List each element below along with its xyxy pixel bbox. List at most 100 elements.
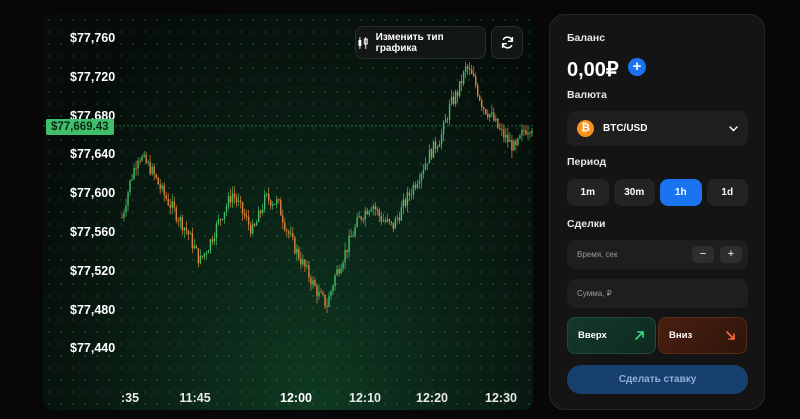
place-bet-button[interactable]: Сделать ставку [567, 365, 748, 394]
candle-body [390, 221, 393, 223]
candle-body [523, 129, 525, 131]
time-decrease-button[interactable]: − [692, 246, 714, 263]
x-tick-label: 12:30 [485, 391, 517, 405]
candle-body [322, 292, 324, 295]
candle-body [529, 132, 531, 134]
balance-value: 0,00₽ [567, 59, 619, 81]
candle-body [428, 149, 431, 164]
candle-body [239, 200, 242, 203]
up-button[interactable]: Вверх [567, 317, 656, 354]
candle-body [177, 220, 179, 222]
candle-body [342, 262, 344, 269]
amount-input[interactable]: Сумма, ₽ [567, 279, 748, 308]
candle-body [452, 96, 455, 104]
change-chart-type-label: Изменить тип графика [375, 31, 444, 54]
candle-body [185, 227, 188, 231]
candle-body [519, 135, 521, 139]
candle-body [527, 132, 529, 135]
candle-body [257, 210, 260, 223]
candle-body [296, 248, 298, 254]
candle-body [491, 112, 493, 115]
time-increase-button[interactable]: + [720, 246, 742, 263]
x-tick-label: 12:10 [349, 391, 381, 405]
candle-body [266, 194, 268, 196]
candle-body [189, 233, 192, 235]
candle-body [444, 119, 447, 123]
candle-body [209, 239, 212, 251]
candle-body [328, 296, 330, 307]
candle-body [410, 194, 413, 196]
x-tick-label: 11:45 [179, 391, 211, 405]
candle-body [141, 156, 143, 161]
candle-body [219, 219, 222, 221]
down-label: Вниз [669, 330, 693, 341]
candle-body [352, 235, 354, 238]
refresh-icon [501, 36, 513, 49]
candle-body [426, 163, 429, 165]
x-tick-label: 12:00 [280, 391, 312, 405]
candle-body [159, 184, 161, 189]
candle-body [151, 166, 153, 174]
candle-body [298, 248, 300, 259]
candle-body [388, 219, 391, 222]
candle-body [458, 80, 461, 96]
up-label: Вверх [578, 330, 607, 341]
candle-body [227, 195, 230, 207]
candle-body [430, 149, 433, 158]
time-input[interactable]: Время, сек − + [567, 240, 748, 269]
bitcoin-icon: ₿ [577, 120, 594, 137]
y-tick-label: $77,760 [70, 31, 116, 45]
candle-body [525, 130, 527, 135]
candle-body [442, 122, 445, 135]
period-1m-button[interactable]: 1m [567, 179, 609, 206]
arrow-down-right-icon [726, 331, 735, 340]
candle-body [462, 71, 465, 84]
candle-body [173, 201, 175, 208]
candle-body [501, 129, 503, 131]
candle-body [372, 206, 374, 210]
candle-body [217, 219, 220, 224]
candle-body [251, 224, 254, 234]
candle-body [304, 259, 306, 267]
candle-body [338, 269, 340, 274]
candle-body [181, 217, 184, 231]
candle-body [263, 194, 266, 210]
candle-body [336, 269, 338, 276]
candle-body [270, 200, 272, 206]
candle-body [201, 255, 204, 257]
period-30m-button[interactable]: 30m [613, 179, 655, 206]
refresh-button[interactable] [491, 26, 523, 59]
currency-select[interactable]: ₿ BTC/USD [567, 111, 748, 146]
candle-body [424, 163, 427, 170]
y-tick-label: $77,520 [70, 263, 116, 278]
candle-body [121, 217, 123, 219]
candle-body [187, 230, 190, 235]
candle-body [511, 140, 513, 151]
candle-body [324, 294, 326, 306]
y-tick-label: $77,440 [70, 341, 116, 356]
period-1h-button[interactable]: 1h [660, 179, 702, 206]
candle-body [370, 209, 372, 212]
price-chart[interactable]: $77,760 $77,720 $77,680 $77,640 $77,600 $77,5… [43, 14, 533, 410]
candle-body [517, 138, 519, 145]
add-funds-button[interactable]: + [628, 58, 646, 76]
change-chart-type-button[interactable]: Изменить тип графика [355, 26, 486, 59]
period-1d-button[interactable]: 1d [706, 179, 748, 206]
candle-body [485, 109, 487, 114]
candle-body [376, 209, 378, 211]
candle-body [481, 100, 483, 108]
y-tick-label: $77,640 [70, 147, 116, 162]
candle-body [354, 226, 356, 236]
candle-body [129, 180, 131, 193]
candle-body [483, 107, 485, 110]
down-button[interactable]: Вниз [658, 317, 747, 354]
candle-body [193, 245, 196, 248]
balance-label: Баланс [567, 32, 606, 44]
chevron-down-icon [729, 125, 738, 131]
candle-body [470, 69, 473, 74]
candle-body [374, 206, 376, 210]
candle-body [332, 285, 334, 291]
candle-body [384, 220, 386, 222]
candle-body [205, 253, 208, 255]
period-label: Период [567, 156, 607, 168]
